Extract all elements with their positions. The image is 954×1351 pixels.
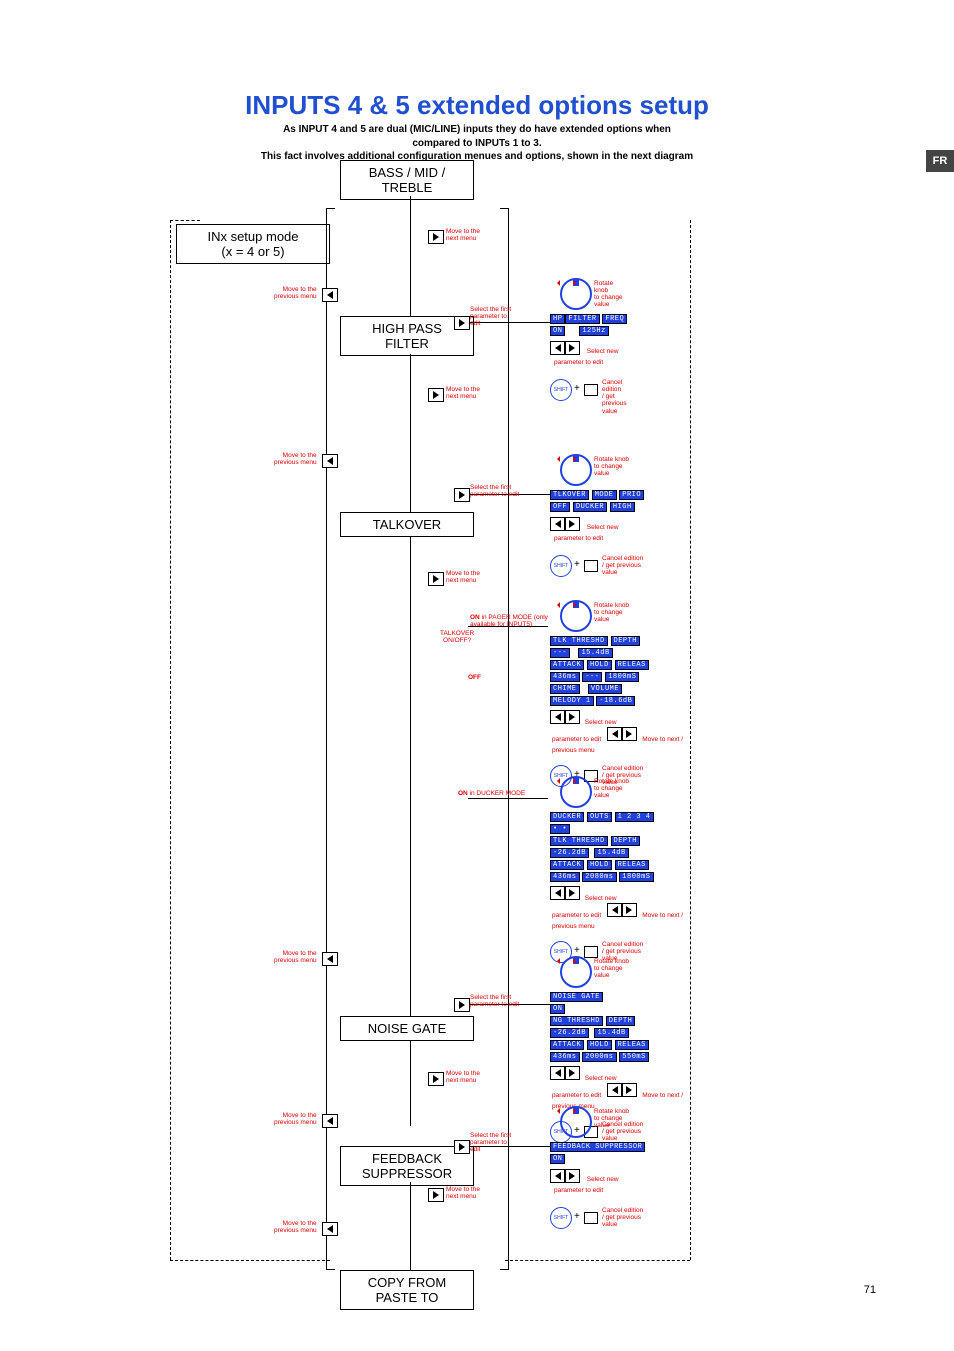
select-first-label: Select the firstparameter toedit — [470, 306, 511, 327]
on-pager-label: ON in PAGER MODE (onlyavailable for INPU… — [470, 614, 548, 628]
knob-icon[interactable] — [560, 776, 592, 808]
next-icon[interactable] — [428, 1188, 444, 1202]
next-icon[interactable] — [454, 316, 470, 330]
cancel-button[interactable] — [584, 384, 598, 396]
shift-button[interactable]: SHIFT — [550, 555, 572, 577]
noisegate-box: NOISE GATE — [340, 1016, 474, 1041]
nav-pair[interactable] — [550, 341, 580, 355]
cancel-button[interactable] — [584, 560, 598, 572]
prev-icon[interactable] — [322, 1222, 338, 1236]
talkover-box: TALKOVER — [340, 512, 474, 537]
nav-pair[interactable] — [550, 710, 580, 724]
next-icon[interactable] — [454, 1140, 470, 1154]
prev-icon[interactable] — [322, 454, 338, 468]
next-icon[interactable] — [428, 572, 444, 586]
shift-button[interactable]: SHIFT — [550, 379, 572, 401]
hpf-panel: Rotate knobto changevalue HPFILTER FREQ … — [550, 278, 627, 401]
talkover-panel: Rotate knobto changevalue TLKOVER MODE P… — [550, 454, 644, 577]
knob-icon[interactable] — [560, 1106, 592, 1138]
prev-icon[interactable] — [322, 952, 338, 966]
nav-pair[interactable] — [550, 1066, 580, 1080]
inx-setup-box: INx setup mode(x = 4 or 5) — [176, 224, 330, 264]
shift-button[interactable]: SHIFT — [550, 1207, 572, 1229]
bass-mid-treble-box: BASS / MID /TREBLE — [340, 160, 474, 200]
nav-pair[interactable] — [550, 886, 580, 900]
nav-pair[interactable] — [550, 1169, 580, 1183]
move-prev-label: Move to theprevious menu — [274, 286, 317, 300]
nav-pair[interactable] — [607, 727, 637, 741]
next-icon[interactable] — [428, 1072, 444, 1086]
move-next-label: Move to thenext menu — [446, 228, 480, 242]
pager-panel: Rotate knobto changevalue TLK THRESHD DE… — [550, 600, 681, 787]
prev-icon[interactable] — [322, 288, 338, 302]
nav-pair[interactable] — [607, 1083, 637, 1097]
feedback-panel: Rotate knobto changevalue FEEDBACK SUPPR… — [550, 1106, 645, 1229]
ducker-panel: Rotate knobto changevalue DUCKER OUTS 1 … — [550, 776, 681, 963]
cancel-button[interactable] — [584, 1212, 598, 1224]
knob-icon[interactable] — [560, 956, 592, 988]
next-icon[interactable] — [428, 388, 444, 402]
knob-icon[interactable] — [560, 278, 592, 310]
on-ducker-label: ON in DUCKER MODE — [458, 790, 525, 797]
copypaste-box: COPY FROMPASTE TO — [340, 1270, 474, 1310]
nav-pair[interactable] — [550, 517, 580, 531]
next-icon[interactable] — [454, 998, 470, 1012]
next-icon[interactable] — [454, 488, 470, 502]
knob-icon[interactable] — [560, 600, 592, 632]
next-icon[interactable] — [428, 230, 444, 244]
prev-icon[interactable] — [322, 1114, 338, 1128]
language-tab: FR — [926, 150, 954, 172]
talkover-onoff-label: TALKOVERON/OFF? — [440, 630, 474, 644]
page-title: INPUTS 4 & 5 extended options setup — [0, 0, 954, 121]
off-label: OFF — [468, 674, 481, 681]
page-subtitle: As INPUT 4 and 5 are dual (MIC/LINE) inp… — [0, 123, 954, 164]
knob-icon[interactable] — [560, 454, 592, 486]
nav-pair[interactable] — [607, 903, 637, 917]
